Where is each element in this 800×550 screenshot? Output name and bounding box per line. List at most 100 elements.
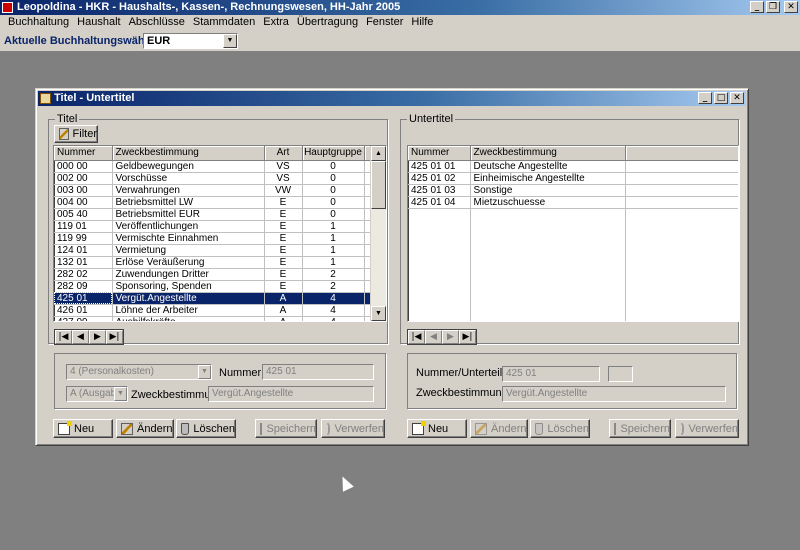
ut-nav-first-icon[interactable]: |◀ [408,330,425,344]
nummer-field[interactable]: 425 01 [262,364,374,380]
nav-prev-icon[interactable]: ◀ [72,330,89,344]
scroll-up-icon[interactable]: ▲ [371,146,386,161]
col-ut-nummer[interactable]: Nummer [408,146,471,161]
untertitel-row[interactable]: 425 01 01 Deutsche Angestellte [408,160,738,173]
titel-loeschen-button[interactable]: Löschen [176,419,236,438]
cell-ut-nummer [408,318,471,321]
untertitel-row[interactable]: 425 01 02 Einheimische Angestellte [408,172,738,185]
menu-uebertragung[interactable]: Übertragung [293,15,362,30]
dialog-close-icon[interactable]: ✕ [730,92,744,104]
untertitel-empty-row[interactable] [408,208,738,219]
ut-loeschen-label: Löschen [547,422,589,435]
cell-art: VW [264,184,303,197]
menu-extra[interactable]: Extra [259,15,293,30]
titel-row[interactable]: 282 02 Zuwendungen Dritter E 2 [54,268,386,281]
untertitel-grid[interactable]: Nummer Zweckbestimmung 425 01 01 Deutsche… [407,145,739,322]
menu-hilfe[interactable]: Hilfe [407,15,437,30]
dialog-maximize-icon[interactable]: □ [714,92,728,104]
cell-ut-nummer: 425 01 03 [408,184,471,197]
untertitel-empty-row[interactable] [408,263,738,274]
titel-row[interactable]: 282 09 Sponsoring, Spenden E 2 [54,280,386,293]
nav-next-icon[interactable]: ▶ [89,330,106,344]
titel-row[interactable]: 003 00 Verwahrungen VW 0 [54,184,386,197]
cell-ut-nummer: 425 01 02 [408,172,471,185]
ut-loeschen-button[interactable]: Löschen [530,419,590,438]
col-art[interactable]: Art [264,146,303,161]
col-ut-zweck[interactable]: Zweckbestimmung [470,146,626,161]
cell-ut-spacer [625,296,738,307]
ut-nav-last-icon[interactable]: ▶| [459,330,476,344]
untertitel-row[interactable]: 425 01 04 Mietzuschuesse [408,196,738,209]
filter-button[interactable]: Filter [54,125,98,143]
chevron-down-icon[interactable]: ▼ [223,34,237,48]
titel-verwerfen-button[interactable]: Verwerfen [321,419,385,438]
menu-buchhaltung[interactable]: Buchhaltung [4,15,73,30]
cell-zweck: Veröffentlichungen [112,220,265,233]
ut-unterteilung-field[interactable] [608,366,633,382]
titel-scrollbar[interactable]: ▲ ▼ [370,146,386,321]
untertitel-empty-row[interactable] [408,241,738,252]
ut-nav-next-icon[interactable]: ▶ [442,330,459,344]
ut-neu-button[interactable]: Neu [407,419,467,438]
titel-row[interactable]: 002 00 Vorschüsse VS 0 [54,172,386,185]
titel-grid[interactable]: Nummer Zweckbestimmung Art Hauptgruppe 0… [53,145,387,322]
menu-abschluesse[interactable]: Abschlüsse [125,15,189,30]
scroll-down-icon[interactable]: ▼ [371,306,386,321]
ut-zweck-field[interactable]: Vergüt.Angestellte [502,386,726,402]
titel-row[interactable]: 425 01 Vergüt.Angestellte A 4 [54,292,386,305]
titel-neu-button[interactable]: Neu [53,419,113,438]
titel-row[interactable]: 132 01 Erlöse Veräußerung E 1 [54,256,386,269]
chevron-down-icon[interactable]: ▼ [114,387,127,401]
close-icon[interactable]: ✕ [784,1,798,13]
col-hauptgruppe[interactable]: Hauptgruppe [302,146,365,161]
untertitel-empty-row[interactable] [408,318,738,321]
nav-first-icon[interactable]: |◀ [55,330,72,344]
app-title: Leopoldina - HKR - Haushalts-, Kassen-, … [17,1,401,13]
art-select[interactable]: A (Ausgabe) ▼ [66,386,128,402]
chevron-down-icon[interactable]: ▼ [198,365,211,379]
scroll-thumb[interactable] [371,161,386,209]
nav-last-icon[interactable]: ▶| [106,330,123,344]
col-zweck[interactable]: Zweckbestimmung [112,146,265,161]
ut-aendern-button[interactable]: Ändern [470,419,528,438]
menu-haushalt[interactable]: Haushalt [73,15,124,30]
titel-row[interactable]: 427 09 Aushilfskräfte A 4 [54,316,386,321]
ut-zweck-label: Zweckbestimmung [416,387,508,399]
trash-icon [535,422,544,435]
titel-row[interactable]: 426 01 Löhne der Arbeiter A 4 [54,304,386,317]
ut-nav-prev-icon[interactable]: ◀ [425,330,442,344]
ut-speichern-button[interactable]: Speichern [609,419,671,438]
untertitel-row[interactable]: 425 01 03 Sonstige [408,184,738,197]
restore-icon[interactable]: ❐ [766,1,780,13]
untertitel-empty-row[interactable] [408,307,738,318]
undo-icon [680,422,685,435]
zweck-field[interactable]: Vergüt.Angestellte [208,386,374,402]
minimize-icon[interactable]: _ [750,1,764,13]
menu-fenster[interactable]: Fenster [362,15,407,30]
untertitel-empty-row[interactable] [408,252,738,263]
cell-ut-zweck: Einheimische Angestellte [470,172,626,185]
ut-verwerfen-button[interactable]: Verwerfen [675,419,739,438]
titel-row[interactable]: 005 40 Betriebsmittel EUR E 0 [54,208,386,221]
untertitel-empty-row[interactable] [408,285,738,296]
hauptgruppe-select[interactable]: 4 (Personalkosten) ▼ [66,364,212,380]
ut-nummer-field[interactable]: 425 01 [502,366,600,382]
col-nummer[interactable]: Nummer [54,146,113,161]
titel-row[interactable]: 124 01 Vermietung E 1 [54,244,386,257]
titel-row[interactable]: 119 01 Veröffentlichungen E 1 [54,220,386,233]
titel-row[interactable]: 004 00 Betriebsmittel LW E 0 [54,196,386,209]
titel-speichern-button[interactable]: Speichern [255,419,317,438]
dialog-minimize-icon[interactable]: _ [698,92,712,104]
titel-aendern-button[interactable]: Ändern [116,419,174,438]
menu-stammdaten[interactable]: Stammdaten [189,15,259,30]
untertitel-empty-row[interactable] [408,274,738,285]
cell-hauptgruppe: 1 [302,256,365,269]
currency-select[interactable]: EUR ▼ [143,33,238,49]
titel-row[interactable]: 000 00 Geldbewegungen VS 0 [54,160,386,173]
cell-ut-zweck: Mietzuschuesse [470,196,626,209]
untertitel-empty-row[interactable] [408,296,738,307]
untertitel-empty-row[interactable] [408,230,738,241]
titel-row[interactable]: 119 99 Vermischte Einnahmen E 1 [54,232,386,245]
untertitel-empty-row[interactable] [408,219,738,230]
cell-nummer: 282 02 [54,268,113,281]
